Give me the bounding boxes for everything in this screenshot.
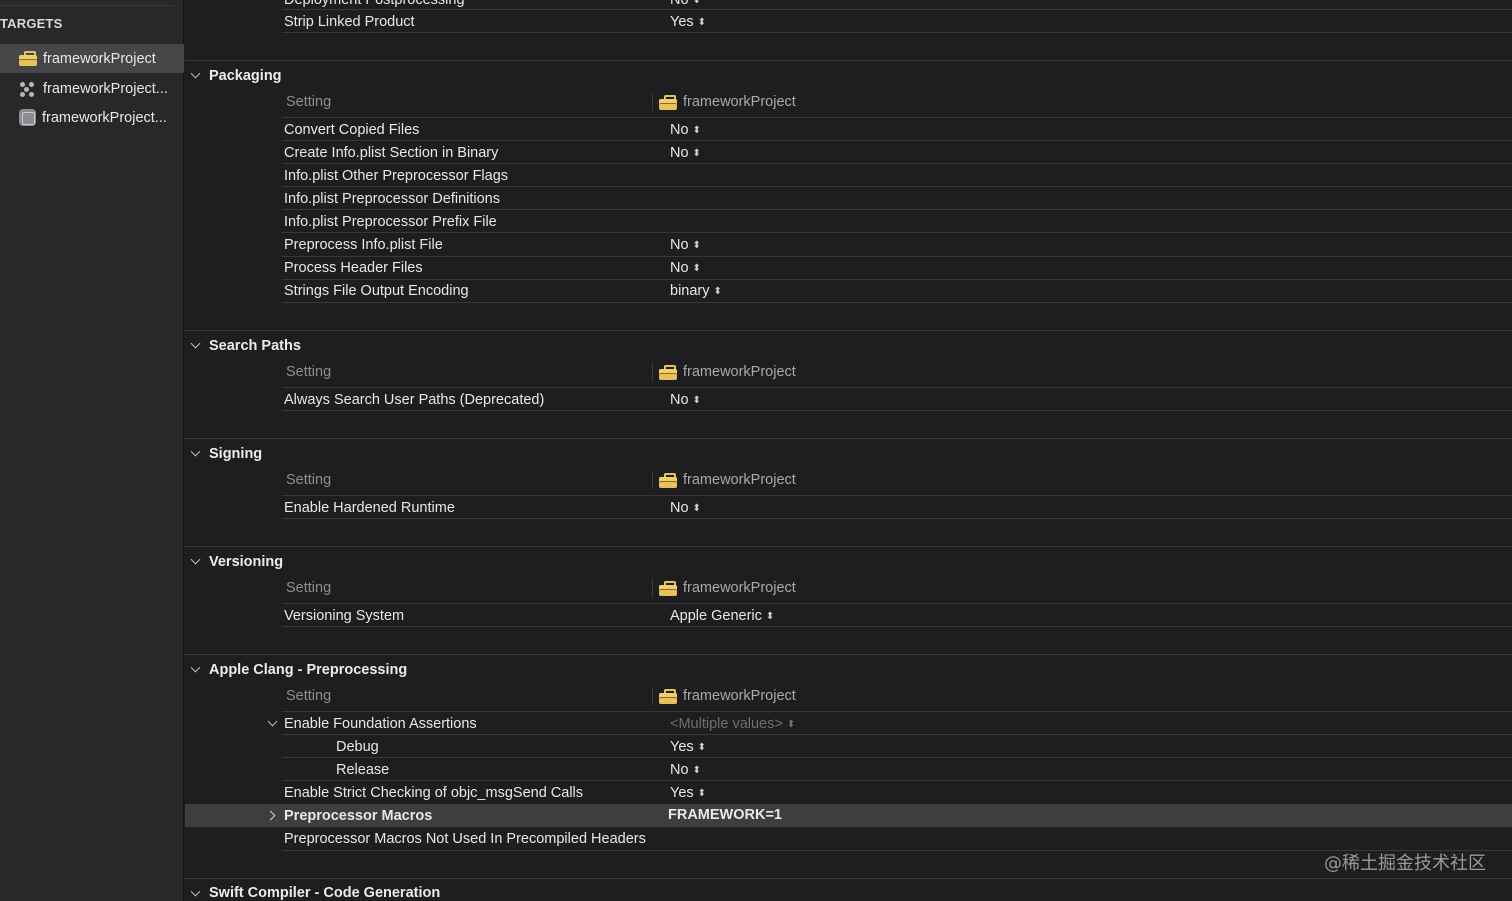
section-title-packaging[interactable]: Packaging (209, 67, 282, 85)
setting-label-release[interactable]: Release (336, 761, 389, 779)
stepper-icon: ⬍ (713, 286, 722, 297)
column-header-setting: Setting (286, 580, 332, 596)
setting-value[interactable]: Apple Generic ⬍ (670, 607, 774, 626)
setting-value[interactable]: No ⬍ (670, 499, 701, 518)
section-title-search-paths[interactable]: Search Paths (209, 337, 301, 355)
column-header-setting: Setting (286, 364, 332, 380)
section-title-signing[interactable]: Signing (209, 445, 262, 463)
setting-label[interactable]: Info.plist Other Preprocessor Flags (284, 167, 508, 185)
toolbox-icon (659, 364, 677, 380)
setting-label[interactable]: Info.plist Preprocessor Definitions (284, 190, 500, 208)
column-header-target: frameworkProject (659, 579, 796, 597)
stepper-icon: ⬍ (697, 742, 707, 753)
stepper-icon: ⬍ (697, 17, 707, 28)
stepper-icon: ⬍ (765, 611, 775, 622)
stepper-icon: ⬍ (697, 788, 707, 799)
setting-label[interactable]: Strip Linked Product (284, 13, 415, 31)
stepper-icon: ⬍ (692, 765, 701, 776)
app-bundle-icon (19, 109, 36, 126)
column-header-target: frameworkProject (659, 363, 796, 381)
stepper-icon: ⬍ (692, 503, 701, 514)
setting-value[interactable]: Yes ⬍ (670, 784, 706, 803)
setting-label[interactable]: Always Search User Paths (Deprecated) (284, 391, 544, 409)
sidebar-item-framework-tests[interactable]: frameworkProject... (0, 74, 184, 103)
stepper-icon: ⬍ (692, 395, 701, 406)
chevron-down-icon[interactable] (190, 446, 201, 457)
column-header-target: frameworkProject (659, 471, 796, 489)
chevron-down-icon[interactable] (190, 68, 201, 79)
setting-value[interactable]: No ⬍ (670, 761, 701, 780)
sidebar-title: TARGETS (0, 16, 63, 31)
stepper-icon: ⬍ (692, 148, 701, 159)
dots-cluster-icon (19, 80, 37, 98)
setting-value[interactable]: No ⬍ (670, 236, 701, 255)
setting-label-debug[interactable]: Debug (336, 738, 379, 756)
setting-label[interactable]: Strings File Output Encoding (284, 282, 469, 300)
setting-label[interactable]: Enable Strict Checking of objc_msgSend C… (284, 784, 583, 802)
toolbox-icon (659, 580, 677, 596)
setting-label[interactable]: Enable Hardened Runtime (284, 499, 455, 517)
toolbox-icon (659, 472, 677, 488)
stepper-icon: ⬍ (692, 240, 701, 251)
build-settings-window: TARGETS frameworkProject frameworkProjec… (0, 0, 1512, 901)
setting-value[interactable]: binary ⬍ (670, 282, 722, 301)
setting-label[interactable]: Convert Copied Files (284, 121, 419, 139)
setting-label[interactable]: Versioning System (284, 607, 404, 625)
column-header-setting: Setting (286, 472, 332, 488)
setting-label[interactable]: Preprocessor Macros Not Used In Precompi… (284, 830, 646, 848)
chevron-down-icon[interactable] (190, 886, 201, 897)
setting-label[interactable]: Preprocess Info.plist File (284, 236, 443, 254)
sidebar-item-label: frameworkProject (43, 50, 156, 67)
sidebar-item-framework-target[interactable]: frameworkProject (0, 44, 184, 73)
column-header-setting: Setting (286, 688, 332, 704)
divider (0, 5, 174, 6)
stepper-icon: ⬍ (692, 125, 701, 136)
setting-label[interactable]: Preprocessor Macros (284, 807, 432, 825)
section-title-clang-preprocessing[interactable]: Apple Clang - Preprocessing (209, 661, 407, 679)
setting-label[interactable]: Deployment Postprocessing (284, 0, 465, 9)
stepper-icon: ⬍ (786, 719, 796, 730)
toolbox-icon (659, 94, 677, 110)
chevron-down-icon[interactable] (190, 338, 201, 349)
toolbox-icon (19, 51, 37, 66)
sidebar-item-label: frameworkProject... (42, 109, 167, 126)
stepper-icon: ⬍ (692, 263, 701, 274)
chevron-down-icon[interactable] (190, 662, 201, 673)
column-header-target: frameworkProject (659, 687, 796, 705)
setting-label[interactable]: Enable Foundation Assertions (284, 715, 477, 733)
setting-label[interactable]: Info.plist Preprocessor Prefix File (284, 213, 497, 231)
setting-value[interactable]: No ⬍ (670, 121, 701, 140)
section-title-swift-codegen[interactable]: Swift Compiler - Code Generation (209, 884, 440, 901)
setting-value[interactable]: No ⬍ (670, 259, 701, 278)
setting-label[interactable]: Create Info.plist Section in Binary (284, 144, 498, 162)
targets-sidebar: TARGETS frameworkProject frameworkProjec… (0, 0, 184, 901)
setting-value[interactable]: FRAMEWORK=1 (668, 806, 782, 824)
setting-value[interactable]: No ⬍ (670, 391, 701, 410)
setting-value[interactable]: No ⬍ (670, 144, 701, 163)
chevron-down-icon[interactable] (190, 554, 201, 565)
toolbox-icon (659, 688, 677, 704)
sidebar-item-label: frameworkProject... (43, 80, 168, 97)
build-settings-list: Deployment Postprocessing No ⬍ Strip Link… (185, 0, 1512, 901)
setting-value[interactable]: Yes ⬍ (670, 13, 706, 32)
setting-label[interactable]: Process Header Files (284, 259, 423, 277)
setting-value[interactable]: Yes ⬍ (670, 738, 706, 757)
sidebar-item-framework-app[interactable]: frameworkProject... (0, 103, 184, 132)
column-header-setting: Setting (286, 94, 332, 110)
watermark: @稀土掘金技术社区 (1324, 853, 1486, 874)
section-title-versioning[interactable]: Versioning (209, 553, 283, 571)
chevron-down-icon[interactable] (267, 716, 278, 727)
column-header-target: frameworkProject (659, 93, 796, 111)
setting-value[interactable]: <Multiple values> ⬍ (670, 715, 795, 734)
